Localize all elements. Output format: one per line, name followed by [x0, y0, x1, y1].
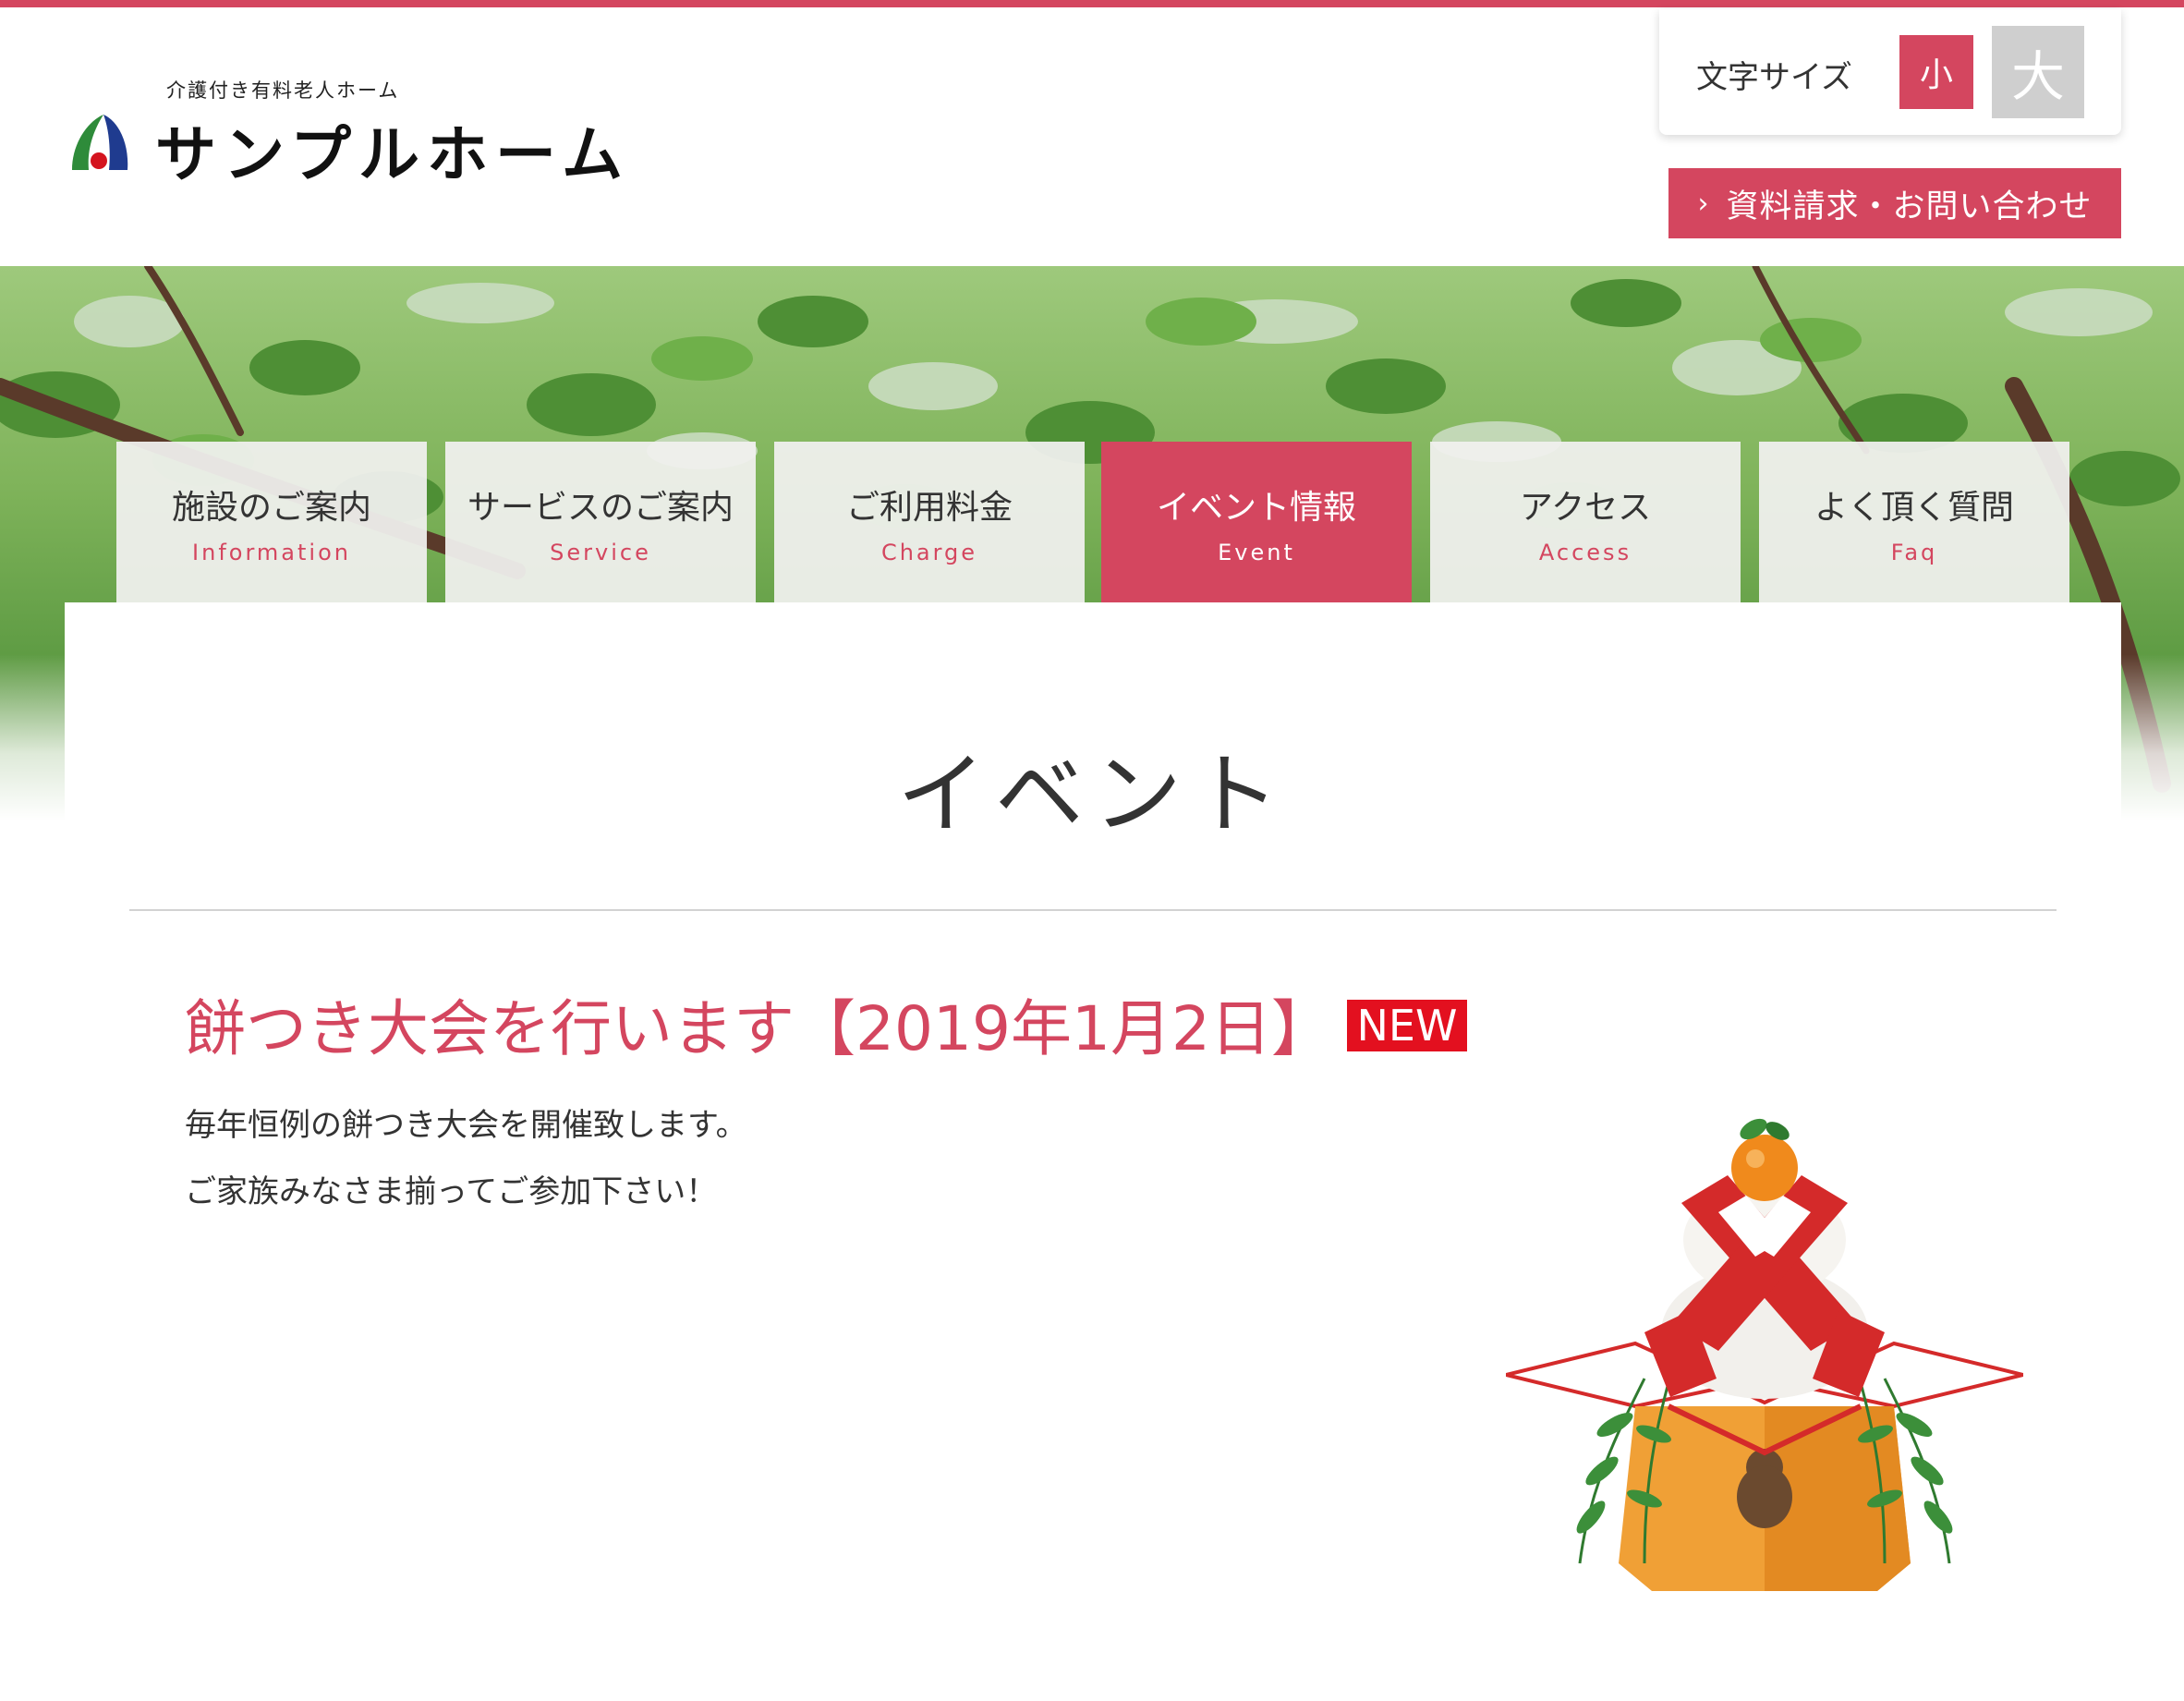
nav-label: 施設のご案内: [171, 489, 371, 527]
site-logo[interactable]: 介護付き有料老人ホーム サンプルホーム: [67, 72, 639, 192]
section-divider: [129, 909, 2057, 911]
contact-button[interactable]: › 資料請求・お問い合わせ: [1668, 168, 2121, 238]
logo-mark-icon: [72, 115, 128, 170]
font-size-large-button[interactable]: 大: [1992, 26, 2084, 118]
content-panel: イベント 餅つき大会を行います【2019年1月2日】 NEW 毎年恒例の餅つき大…: [65, 602, 2121, 1701]
font-size-small-button[interactable]: 小: [1899, 35, 1973, 109]
nav-item-service[interactable]: サービスのご案内 Service: [445, 442, 756, 602]
top-accent-bar: [0, 0, 2184, 7]
new-badge: NEW: [1347, 1000, 1467, 1051]
nav-label: ご利用料金: [845, 489, 1013, 527]
event-title[interactable]: 餅つき大会を行います【2019年1月2日】: [185, 979, 1332, 1068]
nav-sublabel: Service: [550, 540, 651, 565]
nav-label: よく頂く質問: [1814, 489, 2014, 527]
nav-label: サービスのご案内: [467, 489, 734, 527]
font-size-switcher: 文字サイズ 小 大: [1659, 9, 2121, 135]
nav-sublabel: Event: [1218, 540, 1295, 565]
nav-item-faq[interactable]: よく頂く質問 Faq: [1759, 442, 2069, 602]
page-title: イベント: [897, 743, 1289, 846]
nav-sublabel: Access: [1538, 540, 1632, 565]
nav-sublabel: Faq: [1890, 540, 1938, 565]
nav-item-information[interactable]: 施設のご案内 Information: [116, 442, 427, 602]
nav-item-event[interactable]: イベント情報 Event: [1101, 442, 1412, 625]
nav-label: アクセス: [1519, 489, 1652, 527]
font-size-label: 文字サイズ: [1696, 59, 1852, 96]
kagami-mochi-illustration: [1506, 1118, 2023, 1591]
nav-item-charge[interactable]: ご利用料金 Charge: [774, 442, 1085, 602]
chevron-right-icon: ›: [1697, 187, 1710, 220]
logo-name: サンプルホーム: [155, 119, 631, 190]
logo-subtitle: 介護付き有料老人ホーム: [166, 79, 400, 102]
global-nav: 施設のご案内 Information サービスのご案内 Service ご利用料…: [116, 442, 2071, 625]
nav-label: イベント情報: [1156, 489, 1356, 527]
nav-item-access[interactable]: アクセス Access: [1430, 442, 1741, 602]
event-description: 毎年恒例の餅つき大会を開催致します。 ご家族みなさま揃ってご参加下さい！: [185, 1092, 747, 1225]
nav-sublabel: Charge: [880, 540, 978, 565]
event-text-line: 毎年恒例の餅つき大会を開催致します。: [185, 1107, 747, 1144]
contact-button-label: 資料請求・お問い合わせ: [1726, 188, 2093, 225]
event-text-line: ご家族みなさま揃ってご参加下さい！: [185, 1173, 718, 1210]
nav-sublabel: Information: [192, 540, 351, 565]
